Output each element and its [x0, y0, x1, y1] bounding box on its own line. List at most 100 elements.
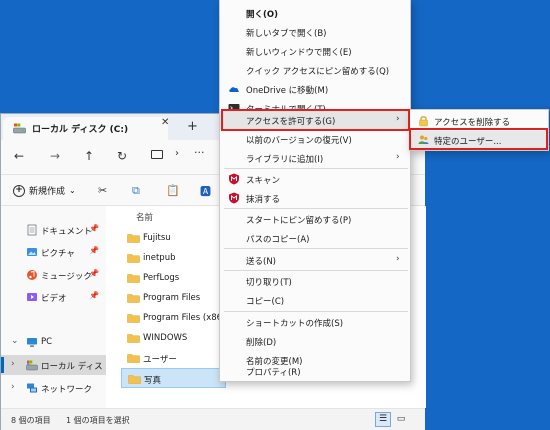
menu-item-copy-path[interactable]: パスのコピー(A)	[220, 229, 410, 248]
file-name: ユーザー	[143, 355, 177, 365]
menu-item-label: 削除(D)	[246, 338, 277, 348]
music-icon	[27, 270, 37, 280]
mcafee-shield-icon	[229, 192, 239, 204]
refresh-icon[interactable]: ↻	[114, 149, 130, 163]
menu-item-restore-versions[interactable]: 以前のバージョンの復元(V)	[220, 130, 410, 149]
drive-icon	[13, 123, 26, 134]
menu-item-create-shortcut[interactable]: ショートカットの作成(S)	[220, 313, 410, 332]
menu-item-pin-quick-access[interactable]: クイック アクセスにピン留めする(Q)	[220, 61, 410, 80]
chevron-right-icon[interactable]: ›	[175, 148, 179, 159]
new-tab-icon[interactable]: +	[187, 119, 198, 134]
sidebar-item-pc[interactable]: ⌄ PC	[1, 332, 106, 352]
mcafee-shield-icon	[229, 173, 239, 185]
folder-icon	[128, 375, 141, 384]
menu-item-label: プロパティ(R)	[246, 368, 301, 378]
menu-item-send-to[interactable]: 送る(N) ›	[220, 251, 410, 270]
sidebar-item-label: ドキュメント	[41, 227, 93, 237]
menu-item-label: ライブラリに追加(I)	[246, 155, 324, 165]
submenu-item-remove-access[interactable]: アクセスを削除する	[410, 112, 548, 131]
menu-separator	[224, 208, 408, 209]
menu-item-label: 抹消する	[246, 195, 281, 205]
menu-separator	[224, 248, 408, 249]
menu-item-add-library[interactable]: ライブラリに追加(I) ›	[220, 149, 410, 168]
pin-icon: 📌	[89, 246, 99, 255]
pin-icon: 📌	[89, 224, 99, 233]
file-name: Program Files	[143, 293, 201, 303]
sidebar-item-network[interactable]: › ネットワーク	[1, 378, 106, 398]
menu-item-shred[interactable]: 抹消する	[220, 189, 410, 208]
menu-item-label: コピー(C)	[246, 297, 285, 307]
new-button[interactable]: + 新規作成 ⌄	[13, 184, 76, 197]
sidebar-item-pictures[interactable]: ピクチャ 📌	[1, 242, 106, 262]
pin-icon: 📌	[89, 269, 99, 278]
tab-title: ローカル ディスク (C:)	[32, 125, 129, 135]
menu-item-label: アクセスを許可する(G)	[246, 117, 336, 127]
sidebar-item-local-disk[interactable]: › ローカル ディスク	[1, 355, 106, 375]
lock-icon	[419, 116, 428, 127]
chevron-right-icon: ›	[396, 254, 400, 264]
file-name: Fujitsu	[143, 233, 171, 243]
menu-item-label: ショートカットの作成(S)	[246, 319, 344, 329]
document-icon	[27, 224, 37, 236]
chevron-down-icon[interactable]: ⌄	[11, 336, 19, 346]
menu-item-label: 切り取り(T)	[246, 278, 292, 288]
menu-item-label: スキャン	[246, 176, 281, 186]
chevron-down-icon: ⌄	[69, 186, 76, 195]
more-icon[interactable]: ···	[194, 146, 205, 159]
menu-item-properties[interactable]: プロパティ(R)	[220, 362, 410, 381]
drive-icon	[26, 360, 38, 371]
chevron-right-icon: ›	[396, 114, 400, 124]
menu-item-label: スタートにピン留めする(P)	[246, 216, 352, 226]
back-arrow-icon[interactable]: ←	[11, 149, 27, 163]
close-tab-icon[interactable]: ✕	[161, 117, 169, 128]
video-icon	[27, 293, 37, 301]
menu-item-give-access[interactable]: アクセスを許可する(G) ›	[220, 111, 410, 130]
menu-item-delete[interactable]: 削除(D)	[220, 332, 410, 351]
item-count: 8 個の項目	[11, 416, 51, 425]
menu-item-onedrive[interactable]: OneDrive に移動(M)	[220, 80, 410, 99]
chevron-right-icon[interactable]: ›	[11, 359, 15, 369]
menu-item-label: 新しいウィンドウで開く(E)	[246, 48, 352, 58]
network-icon	[27, 383, 37, 393]
folder-icon	[127, 314, 140, 323]
file-name: inetpub	[143, 253, 176, 263]
file-name: 写真	[144, 376, 162, 386]
sidebar-item-label: ネットワーク	[41, 385, 93, 395]
details-view-icon[interactable]: ☰	[375, 412, 391, 427]
menu-item-open[interactable]: 開く(O)	[220, 4, 410, 23]
plus-icon: +	[13, 184, 25, 197]
menu-item-open-new-tab[interactable]: 新しいタブで開く(B)	[220, 23, 410, 42]
cut-icon[interactable]: ✂	[98, 184, 107, 197]
menu-item-cut[interactable]: 切り取り(T)	[220, 272, 410, 291]
rename-icon[interactable]: 🅰	[200, 183, 211, 199]
context-menu: 開く(O) 新しいタブで開く(B) 新しいウィンドウで開く(E) クイック アク…	[219, 0, 411, 382]
folder-icon	[127, 234, 140, 243]
sidebar-item-videos[interactable]: ビデオ 📌	[1, 287, 106, 307]
submenu-item-specific-users[interactable]: 特定のユーザー...	[410, 131, 548, 150]
menu-item-scan[interactable]: スキャン	[220, 170, 410, 189]
menu-item-open-new-window[interactable]: 新しいウィンドウで開く(E)	[220, 42, 410, 61]
menu-item-copy[interactable]: コピー(C)	[220, 291, 410, 310]
chevron-right-icon[interactable]: ›	[11, 382, 15, 392]
pin-icon: 📌	[89, 291, 99, 300]
file-row-photos[interactable]: 写真	[121, 368, 226, 388]
sidebar-item-label: PC	[41, 337, 53, 347]
menu-item-pin-start[interactable]: スタートにピン留めする(P)	[220, 210, 410, 229]
users-icon	[418, 135, 429, 144]
sidebar-item-documents[interactable]: ドキュメント 📌	[1, 220, 106, 240]
folder-icon	[127, 294, 140, 303]
submenu-item-label: アクセスを削除する	[434, 118, 511, 128]
column-header-name[interactable]: 名前	[136, 211, 153, 223]
copy-icon[interactable]: ⧉	[132, 184, 140, 198]
up-arrow-icon[interactable]: ↑	[81, 149, 97, 163]
menu-item-label: 送る(N)	[246, 257, 276, 267]
chevron-right-icon: ›	[396, 152, 400, 162]
navigation-pane: ドキュメント 📌 ピクチャ 📌 ミュージック 📌 ビデオ 📌 ⌄ PC › ロー…	[1, 206, 106, 408]
pc-icon[interactable]	[151, 150, 163, 159]
selection-indicator	[1, 357, 4, 373]
sidebar-item-music[interactable]: ミュージック 📌	[1, 265, 106, 285]
paste-icon[interactable]: 📋	[166, 184, 180, 197]
tab-local-disk[interactable]: ローカル ディスク (C:)	[3, 117, 168, 140]
forward-arrow-icon[interactable]: →	[47, 149, 63, 163]
tiles-view-icon[interactable]: ▭	[394, 413, 408, 426]
